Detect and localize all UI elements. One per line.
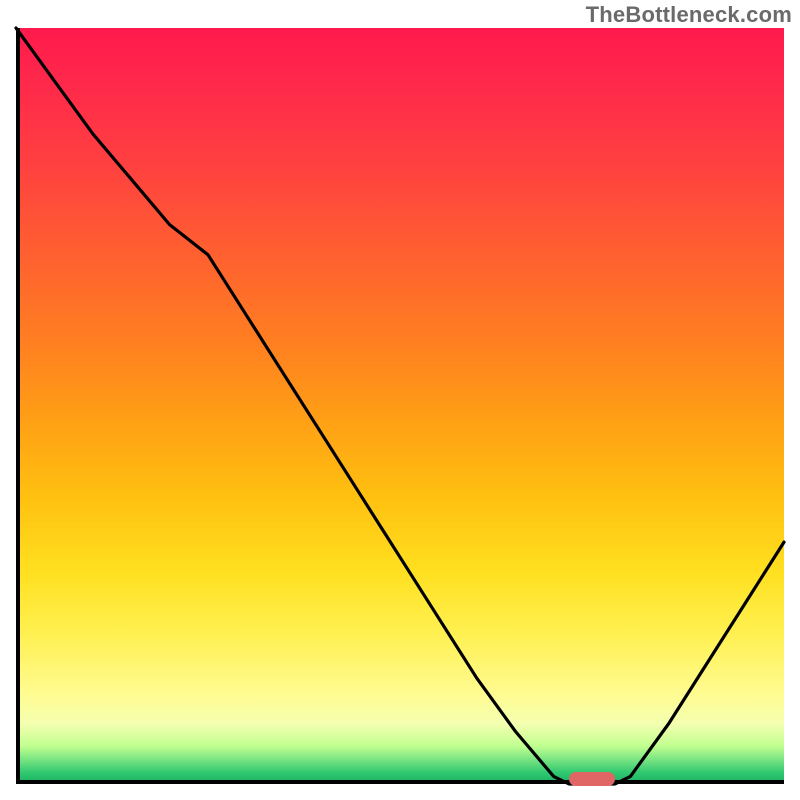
y-axis <box>16 28 20 784</box>
watermark-text: TheBottleneck.com <box>586 2 792 28</box>
x-axis <box>16 780 784 784</box>
chart-container: TheBottleneck.com <box>0 0 800 800</box>
optimal-marker <box>569 772 615 786</box>
plot-gradient-background <box>16 28 784 784</box>
